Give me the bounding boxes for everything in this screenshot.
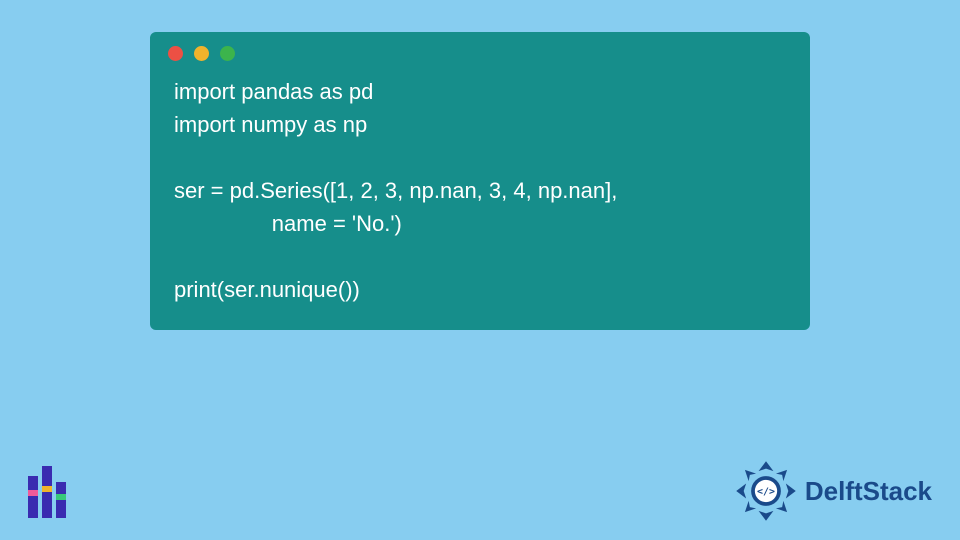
code-window: import pandas as pd import numpy as np s… (150, 32, 810, 330)
brand: </> DelftStack (735, 460, 932, 522)
svg-text:</>: </> (757, 487, 775, 498)
delftstack-logo-icon: </> (735, 460, 797, 522)
pandas-logo-icon (28, 466, 66, 518)
logo-bar (42, 466, 52, 518)
logo-bar (28, 476, 38, 518)
code-body: import pandas as pd import numpy as np s… (150, 67, 810, 306)
close-icon (168, 46, 183, 61)
maximize-icon (220, 46, 235, 61)
logo-bar (56, 482, 66, 518)
minimize-icon (194, 46, 209, 61)
brand-name: DelftStack (805, 476, 932, 507)
window-titlebar (150, 32, 810, 67)
